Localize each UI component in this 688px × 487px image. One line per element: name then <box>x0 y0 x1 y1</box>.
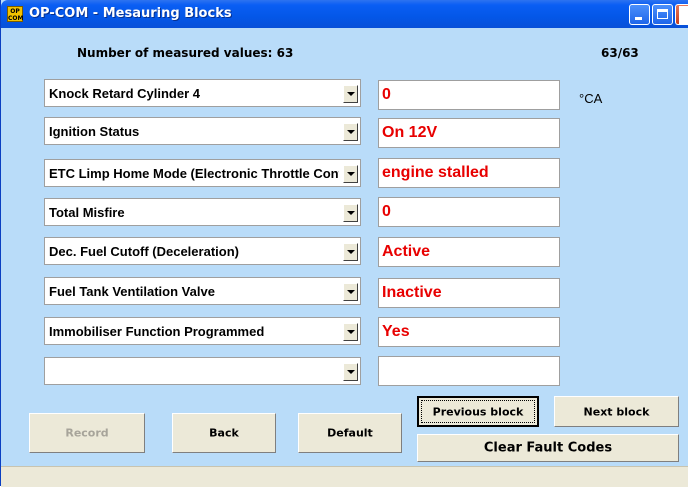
dropdown-arrow-icon[interactable] <box>343 363 358 381</box>
close-button[interactable]: ✕ <box>675 4 688 25</box>
parameter-select-7[interactable]: Immobiliser Function Programmed <box>44 317 361 345</box>
record-button-label: Record <box>65 426 109 440</box>
title-bar[interactable]: OP COM OP-COM - Mesauring Blocks ✕ <box>1 0 688 28</box>
default-button[interactable]: Default <box>298 413 402 453</box>
clear-fault-codes-button-label: Clear Fault Codes <box>483 440 613 456</box>
dropdown-arrow-icon[interactable] <box>343 283 358 301</box>
value-field-4: 0 <box>378 197 560 227</box>
dropdown-arrow-icon[interactable] <box>343 165 358 183</box>
unit-label-1: °CA <box>579 91 603 106</box>
parameter-select-text: ETC Limp Home Mode (Electronic Throttle … <box>49 166 339 181</box>
value-field-8 <box>378 356 560 386</box>
app-window: OP COM OP-COM - Mesauring Blocks ✕ Number… <box>0 0 688 487</box>
value-field-1: 0 <box>378 80 560 110</box>
window-title: OP-COM - Mesauring Blocks <box>29 6 232 21</box>
status-bar <box>1 466 688 487</box>
value-field-2: On 12V <box>378 118 560 148</box>
parameter-select-1[interactable]: Knock Retard Cylinder 4 <box>44 79 361 107</box>
parameter-select-5[interactable]: Dec. Fuel Cutoff (Deceleration) <box>44 237 361 265</box>
dropdown-arrow-icon[interactable] <box>343 323 358 341</box>
value-field-6: Inactive <box>378 278 560 308</box>
parameter-select-4[interactable]: Total Misfire <box>44 198 361 226</box>
back-button-label: Back <box>209 426 239 440</box>
minimize-button[interactable] <box>629 4 650 25</box>
value-text: engine stalled <box>382 164 489 181</box>
parameter-select-2[interactable]: Ignition Status <box>44 117 361 145</box>
op-com-app-icon: OP COM <box>7 6 24 22</box>
value-text: On 12V <box>382 124 438 141</box>
value-text: Yes <box>382 323 410 340</box>
parameter-select-8[interactable] <box>44 357 361 385</box>
value-text: 0 <box>382 86 391 103</box>
default-button-label: Default <box>327 426 373 440</box>
back-button[interactable]: Back <box>172 413 276 453</box>
maximize-button[interactable] <box>652 4 673 25</box>
maximize-icon <box>657 9 668 19</box>
previous-block-button[interactable]: Previous block <box>417 396 539 427</box>
close-icon: ✕ <box>679 6 688 24</box>
value-text: 0 <box>382 203 391 220</box>
parameter-select-text: Knock Retard Cylinder 4 <box>49 86 200 101</box>
parameter-select-3[interactable]: ETC Limp Home Mode (Electronic Throttle … <box>44 159 361 187</box>
block-position: 63/63 <box>601 46 639 60</box>
minimize-icon <box>635 17 642 20</box>
value-text: Inactive <box>382 284 442 301</box>
value-field-7: Yes <box>378 317 560 347</box>
dropdown-arrow-icon[interactable] <box>343 123 358 141</box>
parameter-select-text: Fuel Tank Ventilation Valve <box>49 284 215 299</box>
record-button[interactable]: Record <box>29 413 145 453</box>
parameter-select-6[interactable]: Fuel Tank Ventilation Valve <box>44 277 361 305</box>
parameter-select-text: Dec. Fuel Cutoff (Deceleration) <box>49 244 239 259</box>
parameter-select-text: Immobiliser Function Programmed <box>49 324 265 339</box>
value-field-3: engine stalled <box>378 158 560 188</box>
dropdown-arrow-icon[interactable] <box>343 85 358 103</box>
value-text: Active <box>382 243 431 260</box>
parameter-select-text: Total Misfire <box>49 205 125 220</box>
parameter-select-text: Ignition Status <box>49 124 140 139</box>
dropdown-arrow-icon[interactable] <box>343 243 358 261</box>
clear-fault-codes-button[interactable]: Clear Fault Codes <box>417 434 679 462</box>
next-block-button-label: Next block <box>583 405 650 418</box>
dropdown-arrow-icon[interactable] <box>343 204 358 222</box>
previous-block-button-label: Previous block <box>432 405 524 418</box>
value-field-5: Active <box>378 237 560 267</box>
measured-values-count: Number of measured values: 63 <box>77 46 294 60</box>
next-block-button[interactable]: Next block <box>554 396 679 427</box>
